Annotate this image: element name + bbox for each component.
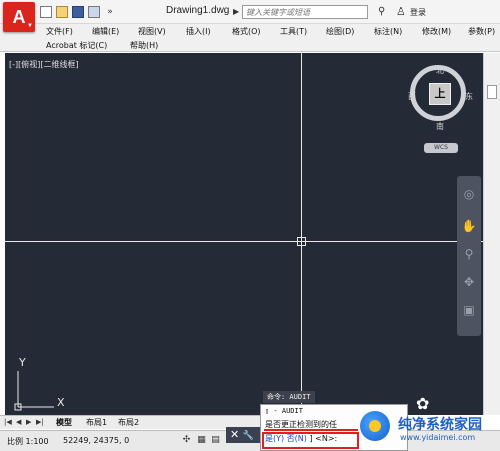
more-tools-icon[interactable]: » [104, 6, 116, 18]
annotation-underline [264, 429, 358, 431]
command-tooltip: 命令: AUDIT [263, 391, 315, 403]
tab-layout1[interactable]: 布局1 [86, 417, 107, 428]
next-tab-icon[interactable]: ▶ [26, 418, 31, 426]
scrollbar-thumb[interactable] [487, 85, 497, 99]
zoom-icon[interactable]: ⚲ [461, 246, 477, 262]
new-file-icon[interactable] [40, 6, 52, 18]
wcs-menu-button[interactable]: WCS [424, 143, 458, 153]
menu-bar: 文件(F) 编辑(E) 视图(V) 插入(I) 格式(O) 工具(T) 绘图(D… [0, 24, 500, 52]
grid-icon[interactable]: ▦ [196, 435, 207, 446]
title-play-icon[interactable]: ▶ [233, 7, 239, 16]
watermark-title: 纯净系统家园 [398, 417, 482, 433]
vertical-scrollbar[interactable] [483, 53, 500, 415]
viewport-controls-label[interactable]: [-][俯视][二维线框] [9, 59, 79, 70]
menu-acrobat-markup[interactable]: Acrobat 标记(C) [46, 40, 107, 51]
application-menu-button[interactable]: A ▼ [3, 2, 35, 32]
menu-draw[interactable]: 绘图(D) [326, 26, 354, 37]
navigation-bar: ◎ ✋ ⚲ ✥ ▣ [457, 176, 481, 336]
ucs-y-label: Y [19, 356, 26, 369]
ucs-axis-icon [14, 371, 54, 411]
save-as-icon[interactable] [88, 6, 100, 18]
open-folder-icon[interactable] [56, 6, 68, 18]
binoculars-icon[interactable]: ⚲ [378, 6, 385, 17]
orbit-icon[interactable]: ✥ [461, 274, 477, 290]
last-tab-icon[interactable]: ▶| [36, 418, 44, 426]
drawing-canvas[interactable]: [-][俯视][二维线框] 上 北 南 东 西 WCS ◎ ✋ ⚲ ✥ ▣ Y … [5, 53, 483, 415]
title-bar: A ▼ » Drawing1.dwg ▶ ⚲ ♙ 登录 [0, 0, 500, 32]
viewcube-top-face[interactable]: 上 [429, 83, 451, 105]
tab-model[interactable]: 模型 [56, 417, 72, 428]
chevron-down-icon: ▼ [27, 23, 33, 29]
steering-wheel-icon[interactable]: ◎ [461, 186, 477, 202]
command-history-line: ▯ - AUDIT [265, 407, 303, 415]
coordinate-readout[interactable]: 52249, 24375, 0 [63, 436, 129, 445]
compass-south[interactable]: 南 [436, 121, 444, 132]
quick-access-toolbar: » [40, 6, 116, 20]
showmotion-icon[interactable]: ▣ [461, 302, 477, 318]
menu-edit[interactable]: 编辑(E) [92, 26, 119, 37]
crosshair-horizontal [5, 241, 483, 242]
tab-layout2[interactable]: 布局2 [118, 417, 139, 428]
paw-watermark-icon: ✿ [416, 394, 430, 413]
first-tab-icon[interactable]: |◀ [4, 418, 12, 426]
menu-help[interactable]: 帮助(H) [130, 40, 158, 51]
command-close-button[interactable]: ✕ 🔧 [226, 427, 260, 443]
document-icon: ▯ [265, 407, 270, 415]
user-icon[interactable]: ♙ [396, 5, 406, 18]
login-link[interactable]: 登录 [410, 7, 426, 18]
ortho-icon[interactable]: ▤ [210, 435, 221, 446]
compass-west[interactable]: 西 [408, 91, 416, 102]
menu-format[interactable]: 格式(O) [232, 26, 261, 37]
app-letter: A [12, 7, 26, 27]
command-history-name: AUDIT [281, 407, 303, 415]
wrench-icon[interactable]: 🔧 [243, 431, 254, 441]
pan-hand-icon[interactable]: ✋ [461, 218, 477, 234]
watermark-url: www.yidaimei.com [400, 433, 476, 442]
menu-dimension[interactable]: 标注(N) [374, 26, 402, 37]
ucs-x-label: X [57, 396, 65, 409]
menu-insert[interactable]: 插入(I) [186, 26, 211, 37]
save-icon[interactable] [72, 6, 84, 18]
annotation-highlight-box [262, 432, 359, 449]
menu-modify[interactable]: 修改(M) [422, 26, 451, 37]
menu-view[interactable]: 视图(V) [138, 26, 166, 37]
menu-parametric[interactable]: 参数(P) [468, 26, 495, 37]
document-title: Drawing1.dwg [166, 5, 230, 16]
watermark-logo [360, 411, 390, 441]
menu-file[interactable]: 文件(F) [46, 26, 73, 37]
annotation-scale[interactable]: 比例 1:100 [7, 436, 49, 447]
crosshair-pickbox [297, 237, 306, 246]
menu-tools[interactable]: 工具(T) [280, 26, 307, 37]
prev-tab-icon[interactable]: ◀ [16, 418, 21, 426]
search-input[interactable] [242, 5, 368, 19]
crosshair-vertical [301, 53, 302, 415]
compass-east[interactable]: 东 [465, 91, 473, 102]
snap-icon[interactable]: ✣ [181, 435, 192, 446]
compass-north[interactable]: 北 [436, 65, 444, 76]
